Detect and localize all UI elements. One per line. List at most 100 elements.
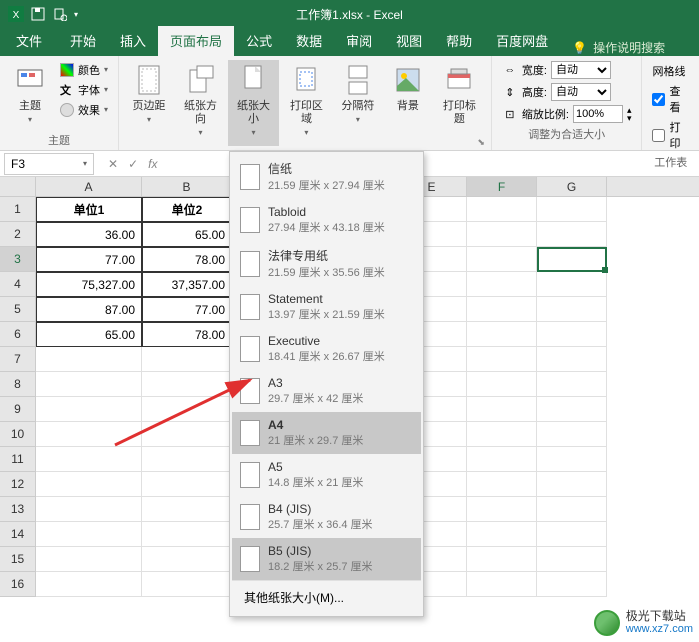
cell[interactable] bbox=[467, 447, 537, 472]
fx-icon[interactable]: fx bbox=[148, 157, 157, 171]
tab-help[interactable]: 帮助 bbox=[434, 26, 484, 56]
paper-option[interactable]: B5 (JIS)18.2 厘米 x 25.7 厘米 bbox=[232, 538, 421, 580]
print-area-button[interactable]: 打印区域▾ bbox=[281, 60, 332, 146]
row-head[interactable]: 14 bbox=[0, 522, 36, 547]
cell[interactable] bbox=[467, 222, 537, 247]
tell-me-search[interactable]: 💡 操作说明搜索 bbox=[560, 39, 677, 56]
row-head[interactable]: 3 bbox=[0, 247, 36, 272]
width-select[interactable]: 自动 bbox=[551, 61, 611, 79]
print-titles-button[interactable]: 打印标题 bbox=[434, 60, 485, 146]
cell[interactable] bbox=[36, 497, 142, 522]
row-head[interactable]: 16 bbox=[0, 572, 36, 597]
cell[interactable] bbox=[467, 197, 537, 222]
paper-option[interactable]: Executive18.41 厘米 x 26.67 厘米 bbox=[232, 328, 421, 370]
paper-option[interactable]: A421 厘米 x 29.7 厘米 bbox=[232, 412, 421, 454]
cell[interactable] bbox=[537, 222, 607, 247]
cell[interactable] bbox=[36, 422, 142, 447]
cell[interactable] bbox=[537, 547, 607, 572]
row-head[interactable]: 2 bbox=[0, 222, 36, 247]
tab-baidu[interactable]: 百度网盘 bbox=[484, 26, 560, 56]
paper-option[interactable]: A329.7 厘米 x 42 厘米 bbox=[232, 370, 421, 412]
cell[interactable] bbox=[142, 547, 232, 572]
tab-data[interactable]: 数据 bbox=[284, 26, 334, 56]
paper-option[interactable]: B4 (JIS)25.7 厘米 x 36.4 厘米 bbox=[232, 496, 421, 538]
cell[interactable] bbox=[142, 472, 232, 497]
select-all-corner[interactable] bbox=[0, 177, 36, 196]
cell[interactable] bbox=[467, 422, 537, 447]
gridlines-print-checkbox[interactable] bbox=[652, 129, 665, 142]
cell[interactable]: 65.00 bbox=[142, 222, 232, 247]
paper-option[interactable]: A514.8 厘米 x 21 厘米 bbox=[232, 454, 421, 496]
cell[interactable] bbox=[467, 472, 537, 497]
cell[interactable]: 77.00 bbox=[142, 297, 232, 322]
name-box[interactable]: F3▾ bbox=[4, 153, 94, 175]
cell[interactable] bbox=[142, 397, 232, 422]
row-head[interactable]: 9 bbox=[0, 397, 36, 422]
cell[interactable] bbox=[467, 547, 537, 572]
cell[interactable] bbox=[36, 347, 142, 372]
effects-button[interactable]: 效果▾ bbox=[56, 100, 112, 120]
qat-dropdown[interactable]: ▾ bbox=[74, 10, 78, 19]
cell[interactable]: 87.00 bbox=[36, 297, 142, 322]
cell[interactable] bbox=[36, 447, 142, 472]
colors-button[interactable]: 颜色▾ bbox=[56, 60, 112, 80]
cell[interactable] bbox=[537, 197, 607, 222]
cell[interactable] bbox=[467, 572, 537, 597]
tab-formulas[interactable]: 公式 bbox=[234, 26, 284, 56]
cell[interactable]: 78.00 bbox=[142, 247, 232, 272]
print-preview-icon[interactable] bbox=[52, 6, 68, 22]
paper-size-button[interactable]: 纸张大小▾ bbox=[228, 60, 279, 146]
col-head-G[interactable]: G bbox=[537, 177, 607, 196]
paper-option[interactable]: 信纸21.59 厘米 x 27.94 厘米 bbox=[232, 154, 421, 199]
paper-option[interactable]: Tabloid27.94 厘米 x 43.18 厘米 bbox=[232, 199, 421, 241]
tab-home[interactable]: 开始 bbox=[58, 26, 108, 56]
page-setup-launcher[interactable]: ⬊ bbox=[477, 137, 485, 148]
col-head-F[interactable]: F bbox=[467, 177, 537, 196]
height-select[interactable]: 自动 bbox=[551, 83, 611, 101]
cell[interactable]: 75,327.00 bbox=[36, 272, 142, 297]
cell[interactable] bbox=[537, 297, 607, 322]
cell[interactable] bbox=[36, 572, 142, 597]
row-head[interactable]: 12 bbox=[0, 472, 36, 497]
gridlines-view-checkbox[interactable] bbox=[652, 93, 665, 106]
cell[interactable] bbox=[36, 547, 142, 572]
scale-input[interactable] bbox=[573, 105, 623, 123]
cell[interactable]: 单位2 bbox=[142, 197, 232, 222]
cell[interactable] bbox=[537, 347, 607, 372]
cell[interactable] bbox=[467, 522, 537, 547]
cell[interactable] bbox=[142, 522, 232, 547]
cell[interactable]: 36.00 bbox=[36, 222, 142, 247]
cancel-icon[interactable]: ✕ bbox=[108, 157, 118, 171]
orientation-button[interactable]: 纸张方向▾ bbox=[175, 60, 226, 146]
fonts-button[interactable]: 文字体▾ bbox=[56, 80, 112, 100]
paper-option[interactable]: 法律专用纸21.59 厘米 x 35.56 厘米 bbox=[232, 241, 421, 286]
row-head[interactable]: 15 bbox=[0, 547, 36, 572]
cell[interactable] bbox=[467, 497, 537, 522]
cell[interactable] bbox=[467, 272, 537, 297]
cell[interactable] bbox=[537, 447, 607, 472]
cell[interactable]: 78.00 bbox=[142, 322, 232, 347]
cell[interactable] bbox=[36, 472, 142, 497]
tab-file[interactable]: 文件 bbox=[0, 26, 58, 56]
tab-view[interactable]: 视图 bbox=[384, 26, 434, 56]
cell[interactable] bbox=[467, 347, 537, 372]
themes-button[interactable]: 主题▾ bbox=[6, 60, 54, 130]
row-head[interactable]: 13 bbox=[0, 497, 36, 522]
row-head[interactable]: 1 bbox=[0, 197, 36, 222]
cell[interactable] bbox=[142, 447, 232, 472]
cell[interactable] bbox=[537, 522, 607, 547]
cell[interactable] bbox=[537, 372, 607, 397]
tab-review[interactable]: 审阅 bbox=[334, 26, 384, 56]
cell[interactable] bbox=[537, 572, 607, 597]
cell[interactable] bbox=[142, 572, 232, 597]
cell[interactable] bbox=[537, 472, 607, 497]
col-head-B[interactable]: B bbox=[142, 177, 232, 196]
breaks-button[interactable]: 分隔符▾ bbox=[334, 60, 382, 146]
cell[interactable] bbox=[36, 372, 142, 397]
cell[interactable] bbox=[537, 247, 607, 272]
cell[interactable] bbox=[537, 322, 607, 347]
more-paper-sizes[interactable]: 其他纸张大小(M)... bbox=[232, 580, 421, 614]
paper-option[interactable]: Statement13.97 厘米 x 21.59 厘米 bbox=[232, 286, 421, 328]
cell[interactable] bbox=[142, 372, 232, 397]
row-head[interactable]: 4 bbox=[0, 272, 36, 297]
